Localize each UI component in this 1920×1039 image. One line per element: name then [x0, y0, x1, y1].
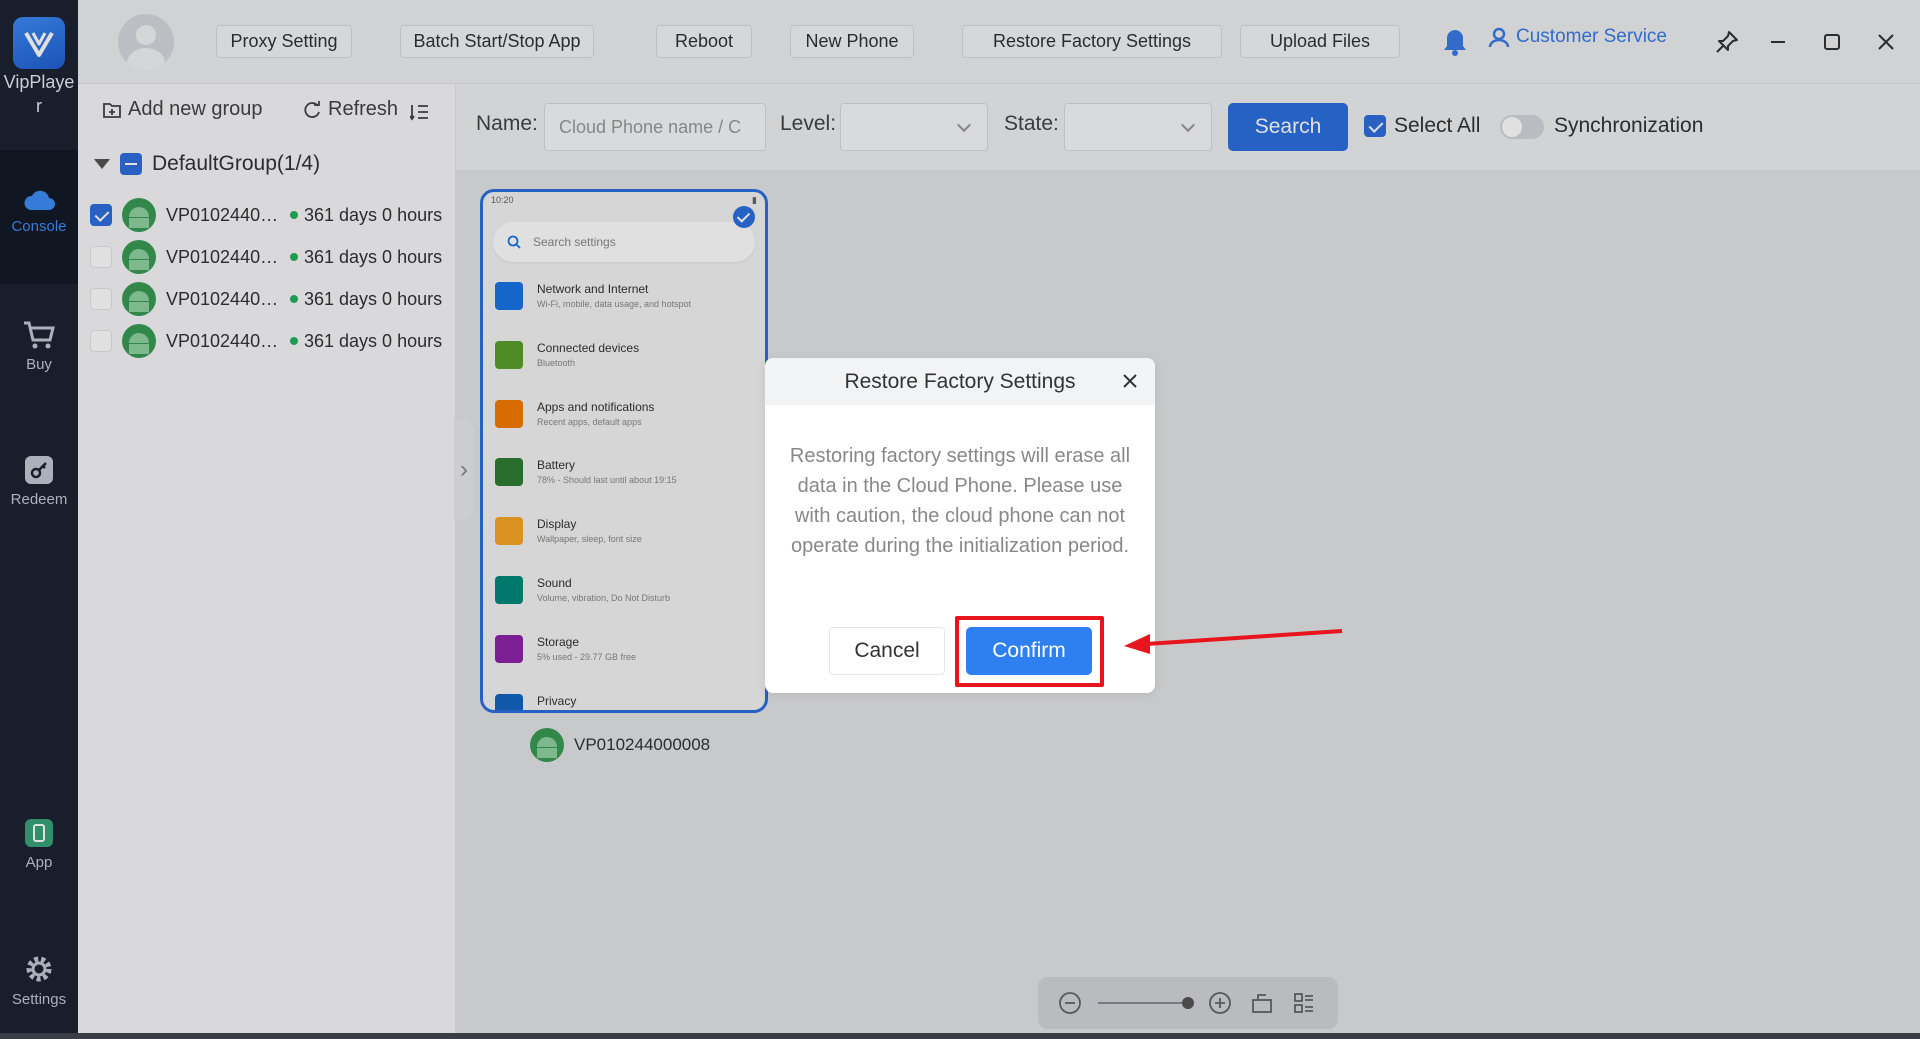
- dialog-message: Restoring factory settings will erase al…: [789, 445, 1131, 557]
- dialog-title: Restore Factory Settings: [844, 369, 1076, 393]
- close-icon[interactable]: [1119, 370, 1141, 392]
- taskbar-strip: [0, 1033, 1920, 1039]
- cancel-button[interactable]: Cancel: [829, 627, 945, 675]
- confirm-highlight-box: [955, 616, 1104, 687]
- dialog-header: Restore Factory Settings: [765, 358, 1155, 405]
- red-arrow-annotation: [1124, 629, 1343, 654]
